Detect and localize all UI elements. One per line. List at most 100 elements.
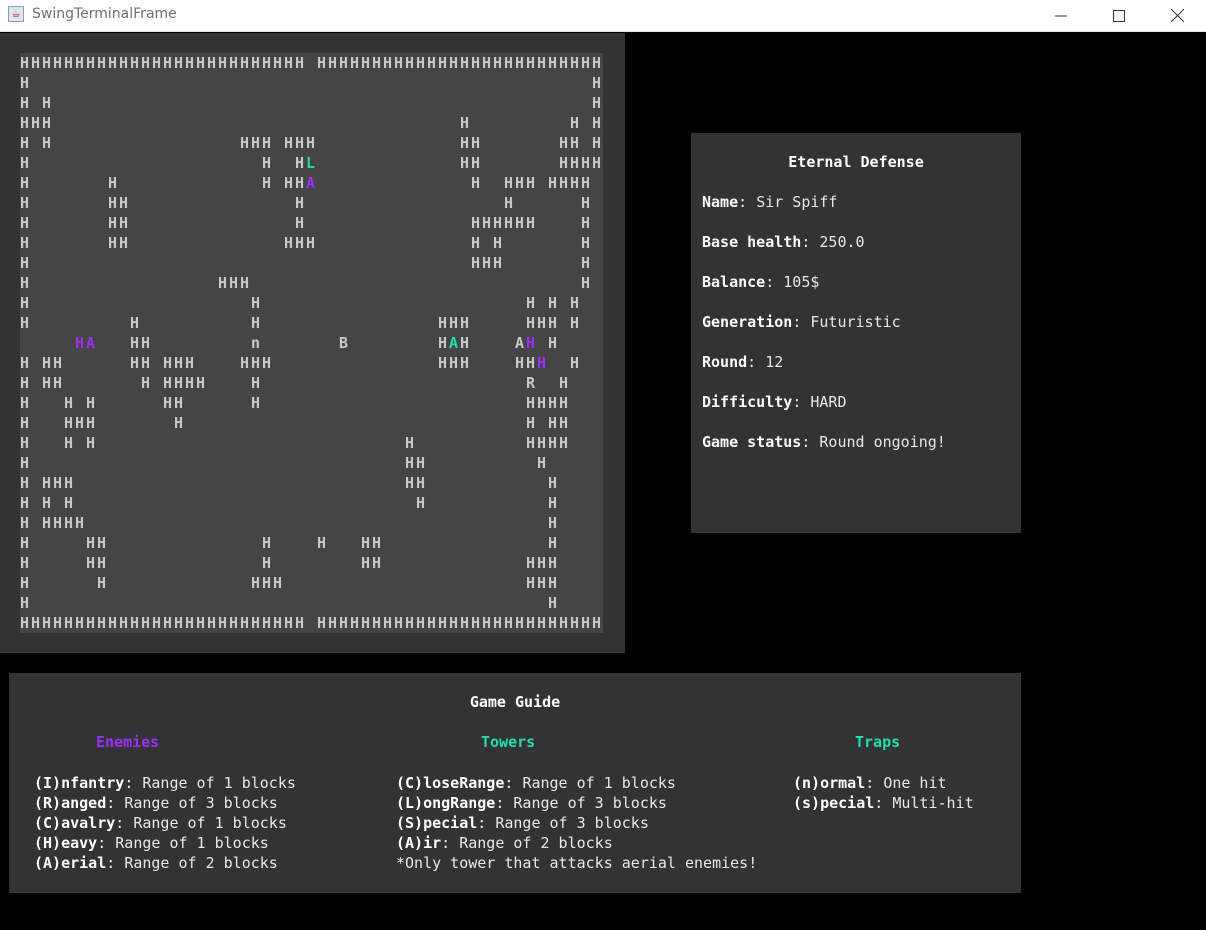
map-cell-wall: H [229, 54, 239, 72]
guide-desc: Multi-hit [892, 794, 974, 812]
map-row: HHHHHHHHHHH [20, 213, 603, 233]
map-cell-wall: H [328, 54, 338, 72]
map-cell-wall: H [559, 414, 569, 432]
map-cell-wall: H [20, 274, 30, 292]
map-cell-wall: H [548, 434, 558, 452]
map-cell-wall: H [449, 314, 459, 332]
status-label: Balance [702, 273, 766, 291]
guide-key: (A)erial [34, 854, 107, 872]
map-cell-wall: H [504, 174, 514, 192]
map-cell-wall: H [504, 214, 514, 232]
map-cell-wall: H [361, 554, 371, 572]
map-cell-wall: H [416, 474, 426, 492]
map-cell-wall: H [97, 554, 107, 572]
map-cell-wall: H [108, 174, 118, 192]
map-cell-wall: H [482, 614, 492, 632]
map-cell-wall: H [163, 54, 173, 72]
map-cell-wall: H [86, 534, 96, 552]
map-row: HHHHH [20, 273, 603, 293]
map-cell-wall: H [592, 614, 602, 632]
guide-desc: Range of 1 blocks [115, 834, 269, 852]
status-value: HARD [810, 393, 847, 411]
map-cell-wall: H [460, 114, 470, 132]
map-cell-wall: H [53, 354, 63, 372]
map-row: HHHHHH [20, 513, 603, 533]
map-cell-wall: H [295, 214, 305, 232]
guide-key: (s)pecial [793, 794, 875, 812]
map-row: HHHLHHHHHH [20, 153, 603, 173]
map-cell-wall: H [20, 234, 30, 252]
map-cell-wall: H [119, 614, 129, 632]
map-cell-wall: H [460, 314, 470, 332]
map-cell-wall: H [251, 294, 261, 312]
map-cell-wall: B [339, 334, 349, 352]
map-cell-wall: H [592, 154, 602, 172]
map-cell-wall: H [548, 314, 558, 332]
map-cell-wall: H [493, 614, 503, 632]
map-cell-wall: H [581, 154, 591, 172]
map-cell-wall: H [416, 494, 426, 512]
map-cell-wall: H [471, 214, 481, 232]
close-button[interactable] [1148, 0, 1206, 31]
map-cell-wall: H [515, 354, 525, 372]
map-cell-wall: H [262, 154, 272, 172]
map-cell-enemy: H [537, 354, 547, 372]
map-cell-wall: H [53, 474, 63, 492]
guide-key: (S)pecial [396, 814, 478, 832]
map-cell-wall: H [218, 54, 228, 72]
map-cell-wall: H [97, 614, 107, 632]
map-cell-wall: H [218, 274, 228, 292]
map-cell-wall: H [416, 614, 426, 632]
map-cell-wall: H [526, 54, 536, 72]
map-cell-wall: H [372, 554, 382, 572]
map-cell-wall: H [548, 594, 558, 612]
map-cell-wall: H [20, 614, 30, 632]
tower-note: *Only tower that attacks aerial enemies! [396, 854, 758, 872]
map-cell-wall: H [570, 134, 580, 152]
status-field: Balance: 105$ [702, 273, 820, 291]
map-cell-wall: H [493, 254, 503, 272]
maximize-button[interactable] [1090, 0, 1148, 31]
map-cell-wall: H [86, 394, 96, 412]
map-cell-wall: H [361, 534, 371, 552]
map-cell-wall: H [405, 614, 415, 632]
map-row: HHHHH [20, 253, 603, 273]
map-row: HHHHHH [20, 193, 603, 213]
map-cell-wall: H [548, 554, 558, 572]
map-cell-wall: H [537, 394, 547, 412]
map-cell-wall: H [64, 434, 74, 452]
map-cell-wall: H [196, 614, 206, 632]
map-cell-wall: H [86, 54, 96, 72]
map-cell-wall: H [306, 134, 316, 152]
map-cell-wall: H [570, 614, 580, 632]
map-cell-wall: H [526, 174, 536, 192]
map-cell-wall: H [284, 134, 294, 152]
map-cell-wall: H [185, 614, 195, 632]
game-title: Eternal Defense [788, 153, 924, 171]
map-cell-wall: H [592, 74, 602, 92]
minimize-button[interactable] [1032, 0, 1090, 31]
map-cell-wall: H [53, 514, 63, 532]
map-cell-wall: H [581, 234, 591, 252]
map-cell-wall: H [251, 394, 261, 412]
guide-desc: Range of 2 blocks [459, 834, 613, 852]
map-row: HH [20, 73, 603, 93]
map-cell-wall: H [592, 134, 602, 152]
map-cell-wall: H [438, 354, 448, 372]
map-cell-wall: H [185, 374, 195, 392]
map-cell-wall: H [53, 614, 63, 632]
map-cell-wall: H [53, 54, 63, 72]
map-cell-wall: H [548, 294, 558, 312]
map-cell-wall: H [581, 214, 591, 232]
map-cell-wall: H [570, 114, 580, 132]
map-row: HHHHH [20, 493, 603, 513]
map-cell-wall: H [526, 314, 536, 332]
map-cell-wall: H [350, 614, 360, 632]
map-cell-wall: H [251, 134, 261, 152]
towers-heading: Towers [481, 733, 536, 751]
guide-desc: Range of 3 blocks [124, 794, 278, 812]
map-cell-wall: H [31, 614, 41, 632]
minimize-icon [1055, 15, 1067, 16]
map-cell-wall: H [570, 54, 580, 72]
map-row: HHHHHHHHHRH [20, 373, 603, 393]
